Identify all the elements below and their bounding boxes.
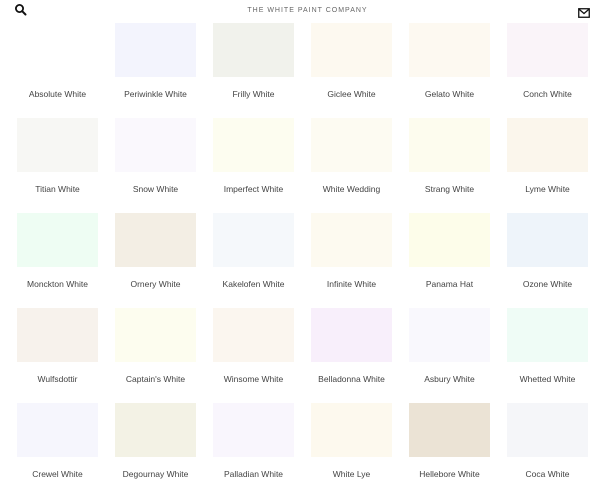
paint-name[interactable]: Gelato White <box>399 89 500 99</box>
paint-name[interactable]: Whetted White <box>497 374 598 384</box>
paint-swatch[interactable] <box>17 213 98 267</box>
paint-name[interactable]: Wulfsdottir <box>7 374 108 384</box>
paint-name[interactable]: Ozone White <box>497 279 598 289</box>
paint-card[interactable]: Infinite White <box>311 213 392 308</box>
paint-name[interactable]: Absolute White <box>7 89 108 99</box>
paint-card[interactable]: White Wedding <box>311 118 392 213</box>
paint-swatch-grid: Absolute White Periwinkle White Frilly Whi… <box>17 23 597 494</box>
paint-card[interactable]: Degournay White <box>115 403 196 494</box>
envelope-icon[interactable] <box>578 5 590 18</box>
paint-card[interactable]: White Lye <box>311 403 392 494</box>
paint-card[interactable]: Periwinkle White <box>115 23 196 118</box>
paint-card[interactable]: Coca White <box>507 403 588 494</box>
paint-swatch[interactable] <box>115 308 196 362</box>
paint-swatch[interactable] <box>213 213 294 267</box>
paint-name[interactable]: Titian White <box>7 184 108 194</box>
paint-name[interactable]: Crewel White <box>7 469 108 479</box>
paint-card[interactable]: Absolute White <box>17 23 98 118</box>
paint-name[interactable]: White Wedding <box>301 184 402 194</box>
paint-swatch[interactable] <box>507 403 588 457</box>
paint-swatch[interactable] <box>115 23 196 77</box>
paint-name[interactable]: Imperfect White <box>203 184 304 194</box>
paint-name[interactable]: Snow White <box>105 184 206 194</box>
paint-swatch[interactable] <box>507 213 588 267</box>
paint-card[interactable]: Conch White <box>507 23 588 118</box>
paint-swatch[interactable] <box>17 23 98 77</box>
site-header: THE WHITE PAINT COMPANY <box>0 0 615 22</box>
paint-card[interactable]: Captain's White <box>115 308 196 403</box>
paint-name[interactable]: Infinite White <box>301 279 402 289</box>
paint-card[interactable]: Frilly White <box>213 23 294 118</box>
paint-swatch[interactable] <box>311 118 392 172</box>
paint-card[interactable]: Monckton White <box>17 213 98 308</box>
paint-name[interactable]: Conch White <box>497 89 598 99</box>
paint-swatch[interactable] <box>409 213 490 267</box>
paint-name[interactable]: Ornery White <box>105 279 206 289</box>
paint-name[interactable]: Monckton White <box>7 279 108 289</box>
paint-card[interactable]: Wulfsdottir <box>17 308 98 403</box>
paint-swatch[interactable] <box>17 118 98 172</box>
paint-card[interactable]: Whetted White <box>507 308 588 403</box>
paint-swatch[interactable] <box>507 308 588 362</box>
paint-card[interactable]: Palladian White <box>213 403 294 494</box>
paint-card[interactable]: Kakelofen White <box>213 213 294 308</box>
paint-swatch[interactable] <box>311 308 392 362</box>
paint-name[interactable]: Hellebore White <box>399 469 500 479</box>
paint-swatch[interactable] <box>409 23 490 77</box>
paint-card[interactable]: Giclee White <box>311 23 392 118</box>
paint-name[interactable]: Kakelofen White <box>203 279 304 289</box>
paint-swatch[interactable] <box>507 118 588 172</box>
paint-swatch[interactable] <box>409 118 490 172</box>
paint-card[interactable]: Crewel White <box>17 403 98 494</box>
paint-swatch[interactable] <box>213 308 294 362</box>
paint-card[interactable]: Panama Hat <box>409 213 490 308</box>
paint-swatch[interactable] <box>311 23 392 77</box>
paint-name[interactable]: Captain's White <box>105 374 206 384</box>
paint-swatch[interactable] <box>115 403 196 457</box>
paint-swatch[interactable] <box>213 23 294 77</box>
paint-name[interactable]: Coca White <box>497 469 598 479</box>
paint-swatch[interactable] <box>17 308 98 362</box>
paint-card[interactable]: Titian White <box>17 118 98 213</box>
paint-name[interactable]: Degournay White <box>105 469 206 479</box>
paint-name[interactable]: Frilly White <box>203 89 304 99</box>
paint-card[interactable]: Hellebore White <box>409 403 490 494</box>
paint-swatch[interactable] <box>17 403 98 457</box>
paint-swatch[interactable] <box>115 213 196 267</box>
paint-swatch[interactable] <box>311 403 392 457</box>
paint-card[interactable]: Gelato White <box>409 23 490 118</box>
paint-name[interactable]: Winsome White <box>203 374 304 384</box>
paint-name[interactable]: Palladian White <box>203 469 304 479</box>
paint-card[interactable]: Asbury White <box>409 308 490 403</box>
paint-swatch[interactable] <box>409 308 490 362</box>
paint-card[interactable]: Winsome White <box>213 308 294 403</box>
paint-name[interactable]: Panama Hat <box>399 279 500 289</box>
paint-swatch[interactable] <box>409 403 490 457</box>
paint-swatch[interactable] <box>213 403 294 457</box>
paint-name[interactable]: Giclee White <box>301 89 402 99</box>
paint-name[interactable]: Strang White <box>399 184 500 194</box>
paint-card[interactable]: Imperfect White <box>213 118 294 213</box>
paint-swatch[interactable] <box>213 118 294 172</box>
paint-name[interactable]: Periwinkle White <box>105 89 206 99</box>
paint-name[interactable]: Asbury White <box>399 374 500 384</box>
paint-swatch[interactable] <box>507 23 588 77</box>
paint-card[interactable]: Lyme White <box>507 118 588 213</box>
paint-name[interactable]: Belladonna White <box>301 374 402 384</box>
brand-title[interactable]: THE WHITE PAINT COMPANY <box>0 7 615 14</box>
paint-card[interactable]: Ozone White <box>507 213 588 308</box>
paint-card[interactable]: Belladonna White <box>311 308 392 403</box>
paint-name[interactable]: White Lye <box>301 469 402 479</box>
paint-swatch[interactable] <box>311 213 392 267</box>
paint-card[interactable]: Strang White <box>409 118 490 213</box>
paint-swatch[interactable] <box>115 118 196 172</box>
paint-card[interactable]: Ornery White <box>115 213 196 308</box>
paint-card[interactable]: Snow White <box>115 118 196 213</box>
paint-name[interactable]: Lyme White <box>497 184 598 194</box>
